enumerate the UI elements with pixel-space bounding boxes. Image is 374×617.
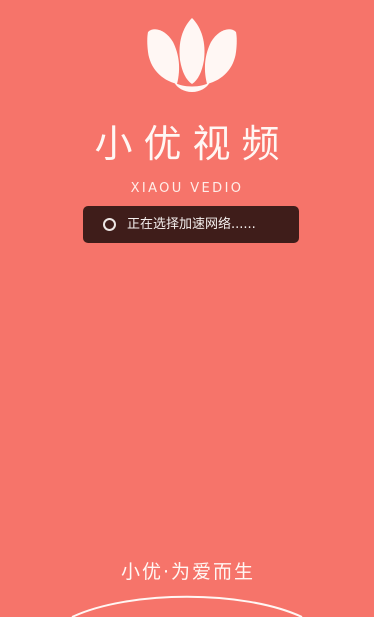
decorative-arc <box>71 595 303 617</box>
app-title: 小优视频 <box>94 122 291 166</box>
toast-message: 正在选择加速网络...... <box>127 216 256 232</box>
loading-spinner-icon <box>103 218 116 231</box>
slogan: 小优·为爱而生 <box>120 561 256 583</box>
app-subtitle: XIAOU VEDIO <box>130 181 244 196</box>
lotus-logo-icon <box>144 18 240 92</box>
loading-toast: 正在选择加速网络...... <box>83 206 299 243</box>
